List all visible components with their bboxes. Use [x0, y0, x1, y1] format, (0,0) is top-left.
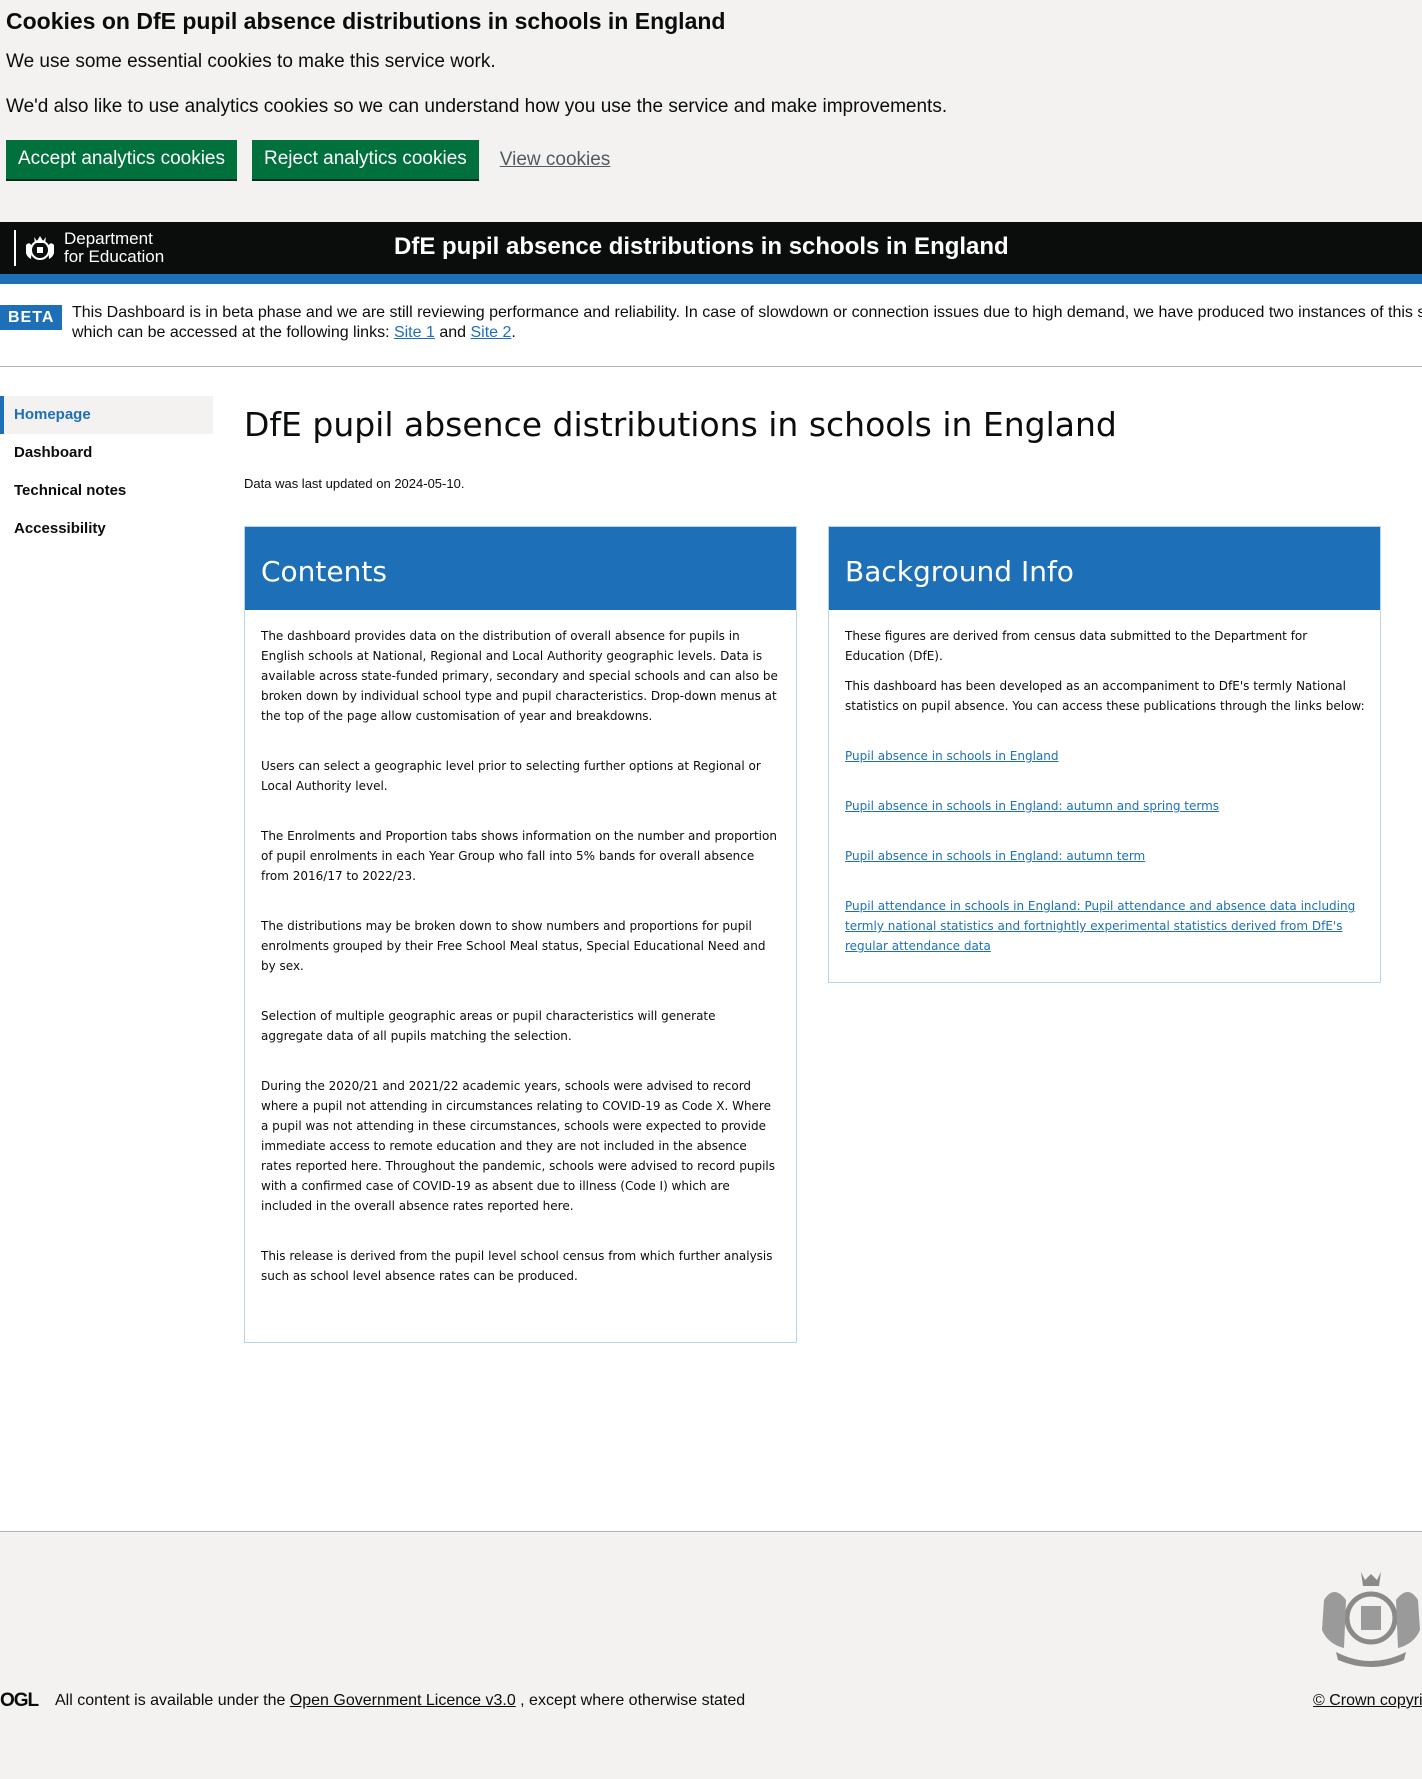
department-name: Department for Education [64, 229, 165, 266]
contents-paragraph: The dashboard provides data on the distr… [261, 629, 778, 723]
sidebar-item-technical-notes[interactable]: Technical notes [0, 472, 213, 510]
dfe-logo[interactable]: Department for Education [14, 230, 164, 266]
ogl-logo: OGL [0, 1690, 39, 1711]
crown-copyright: © Crown copyri [1313, 1692, 1422, 1710]
crown-copyright-link[interactable]: © Crown copyri [1313, 1692, 1422, 1709]
sidebar-item-homepage[interactable]: Homepage [0, 396, 213, 434]
publication-link[interactable]: Pupil absence in schools in England [845, 746, 1365, 766]
background-heading: Background Info [829, 527, 1380, 610]
background-panel: Background Info These figures are derive… [828, 526, 1381, 983]
publication-link[interactable]: Pupil absence in schools in England: aut… [845, 796, 1365, 816]
cookie-banner: Cookies on DfE pupil absence distributio… [0, 0, 1422, 222]
cookie-banner-essential-text: We use some essential cookies to make th… [6, 51, 496, 72]
site-footer: OGL All content is available under the O… [0, 1531, 1422, 1779]
accept-cookies-button[interactable]: Accept analytics cookies [6, 140, 237, 179]
contents-paragraph: During the 2020/21 and 2021/22 academic … [261, 1079, 775, 1213]
page-title: DfE pupil absence distributions in schoo… [244, 405, 1117, 444]
site2-link[interactable]: Site 2 [470, 324, 511, 341]
licence-link[interactable]: Open Government Licence v3.0 [290, 1692, 516, 1709]
background-paragraph: These figures are derived from census da… [845, 629, 1308, 663]
contents-paragraph: This release is derived from the pupil l… [261, 1249, 773, 1283]
last-updated-text: Data was last updated on 2024-05-10. [244, 476, 465, 491]
contents-paragraph: The Enrolments and Proportion tabs shows… [261, 829, 777, 883]
background-body: These figures are derived from census da… [829, 610, 1380, 982]
royal-coat-of-arms-icon [1322, 1572, 1420, 1667]
sidebar-item-dashboard[interactable]: Dashboard [0, 434, 213, 472]
sidebar-nav: Homepage Dashboard Technical notes Acces… [0, 396, 213, 548]
cookie-actions: Accept analytics cookies Reject analytic… [6, 140, 1416, 179]
publication-link[interactable]: Pupil absence in schools in England: aut… [845, 846, 1365, 866]
site1-link[interactable]: Site 1 [394, 324, 435, 341]
beta-tag: BETA [0, 305, 63, 330]
contents-panel: Contents The dashboard provides data on … [244, 526, 797, 1343]
sidebar-item-accessibility[interactable]: Accessibility [0, 510, 213, 548]
header-title: DfE pupil absence distributions in schoo… [394, 233, 1009, 260]
cookie-banner-title: Cookies on DfE pupil absence distributio… [6, 8, 726, 34]
publication-link[interactable]: Pupil attendance in schools in England: … [845, 896, 1365, 956]
view-cookies-link[interactable]: View cookies [500, 149, 611, 171]
cookie-banner-analytics-text: We'd also like to use analytics cookies … [6, 96, 948, 117]
contents-paragraph: Selection of multiple geographic areas o… [261, 1009, 716, 1043]
contents-paragraph: Users can select a geographic level prio… [261, 759, 761, 793]
reject-cookies-button[interactable]: Reject analytics cookies [252, 140, 479, 179]
royal-crest-icon [26, 236, 54, 260]
contents-paragraph: The distributions may be broken down to … [261, 919, 766, 973]
background-paragraph: This dashboard has been developed as an … [845, 679, 1365, 713]
beta-banner: BETA This Dashboard is in beta phase and… [0, 284, 1422, 367]
contents-heading: Contents [245, 527, 796, 610]
contents-body: The dashboard provides data on the distr… [245, 610, 796, 1342]
main-content: DfE pupil absence distributions in schoo… [244, 400, 1394, 1343]
licence-text: All content is available under the Open … [55, 1692, 746, 1709]
beta-text: This Dashboard is in beta phase and we a… [72, 304, 1422, 341]
site-header: Department for Education DfE pupil absen… [0, 222, 1422, 284]
